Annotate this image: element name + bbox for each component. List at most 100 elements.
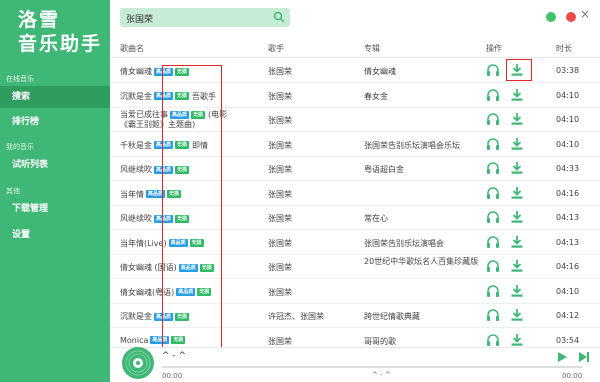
ops-cell [486,284,536,300]
duration-cell: 04:33 [556,164,580,173]
sidebar-item-playlist[interactable]: 试听列表 [0,154,110,176]
progress-bar[interactable] [162,366,582,368]
highlight-box-download [506,59,532,81]
artist-cell: 张国荣 [268,263,292,272]
download-icon[interactable] [510,137,524,151]
sidebar-item-downloads[interactable]: 下载管理 [0,198,110,220]
artist-cell: 张国荣 [268,91,292,101]
song-name: 当爱已成往事 [120,110,168,119]
table-header: 歌曲名 歌手 专辑 操作 时长 [110,38,600,58]
search-input[interactable]: 张国荣 [126,12,153,25]
ops-cell [486,112,536,128]
sidebar-section-online: 在线音乐 [6,75,34,83]
album-cell: 张国荣告别乐坛演唱会乐坛 [364,140,460,150]
disc-icon[interactable] [121,346,155,380]
logo-line-1: 洛雪 [18,9,61,31]
song-name: 倩女幽魂 [120,67,152,76]
player-time-current: 00:00 [162,372,183,380]
ops-cell [486,161,536,177]
duration-cell: 04:10 [556,115,580,124]
download-icon[interactable] [510,333,524,347]
artist-cell: 张国荣 [268,67,292,76]
duration-cell: 04:13 [556,237,580,247]
headphones-icon[interactable] [486,186,500,200]
header-name: 歌曲名 [120,44,144,53]
sidebar-item-search[interactable]: 搜索 [0,86,110,108]
player-time-total: 00:00 [562,372,583,380]
download-icon[interactable] [510,186,524,200]
minimize-button[interactable] [546,12,556,22]
play-pause-icon[interactable] [556,351,568,363]
player-center-text: ^ - ^ [372,371,391,379]
ops-cell [486,259,536,275]
headphones-icon[interactable] [486,88,500,102]
headphones-icon[interactable] [486,284,500,298]
download-icon[interactable] [510,210,524,224]
duration-cell: 04:10 [556,139,580,149]
headphones-icon[interactable] [486,259,500,273]
window-close-icon[interactable]: × [580,7,590,21]
song-name: 千秋是金 [120,140,152,150]
artist-cell: 张国荣 [268,238,292,248]
duration-cell: 04:12 [556,311,580,320]
headphones-icon[interactable] [486,161,500,175]
song-name: 风继续吹 [120,214,152,223]
artist-cell: 张国荣 [268,214,292,223]
song-name: Monica [120,335,149,345]
album-cell: 常在心 [364,214,388,223]
artist-cell: 许冠杰、张国荣 [268,312,324,321]
top-bar: 张国荣 × [110,0,600,36]
search-box[interactable]: 张国荣 [120,8,290,27]
artist-cell: 张国荣 [268,336,292,346]
headphones-icon[interactable] [486,210,500,224]
song-name: 当年情 [120,189,144,199]
album-cell: 粤语超白金 [364,165,404,174]
ops-cell [486,210,536,226]
header-ops: 操作 [486,44,502,53]
ops-cell [486,88,536,104]
headphones-icon[interactable] [486,112,500,126]
duration-cell: 03:38 [556,66,580,75]
album-cell: 跨世纪情歌典藏 [364,312,420,321]
headphones-icon[interactable] [486,63,500,77]
headphones-icon[interactable] [486,308,500,322]
artist-cell: 张国荣 [268,189,292,199]
headphones-icon[interactable] [486,235,500,249]
ops-cell [486,308,536,324]
artist-cell: 张国荣 [268,165,292,174]
sidebar-section-my: 我的音乐 [6,143,34,151]
download-icon[interactable] [510,161,524,175]
sidebar-item-settings[interactable]: 设置 [0,224,110,246]
album-cell: 20世纪中华歌坛名人百集珍藏版 [364,257,479,266]
logo-line-2: 音乐助手 [18,33,103,55]
ops-cell [486,137,536,153]
headphones-icon[interactable] [486,333,500,347]
duration-cell: 04:16 [556,188,580,198]
album-cell: 春女金 [364,91,388,101]
app-logo: 洛雪 音乐助手 [18,8,102,56]
artist-cell: 张国荣 [268,140,292,150]
download-icon[interactable] [510,88,524,102]
song-name: 沉默是金 [120,312,152,321]
next-track-icon[interactable] [578,351,590,363]
download-icon[interactable] [510,259,524,273]
artist-cell: 张国荣 [268,116,292,125]
headphones-icon[interactable] [486,137,500,151]
download-icon[interactable] [510,112,524,126]
sidebar-item-charts[interactable]: 排行榜 [0,111,110,133]
album-cell: 张国荣告别乐坛演唱会 [364,238,444,248]
song-name: 沉默是金 [120,91,152,101]
download-icon[interactable] [510,308,524,322]
download-icon[interactable] [510,284,524,298]
artist-cell: 张国荣 [268,287,292,297]
header-duration: 时长 [556,44,572,53]
search-icon[interactable] [273,11,285,23]
header-album: 专辑 [364,44,380,53]
download-icon[interactable] [510,235,524,249]
player-title: ^ - ^ [162,351,187,361]
close-button[interactable] [566,12,576,22]
duration-cell: 04:13 [556,213,580,222]
header-artist: 歌手 [268,44,284,53]
song-name: 当年情(Live) [120,238,167,248]
duration-cell: 03:54 [556,335,580,345]
